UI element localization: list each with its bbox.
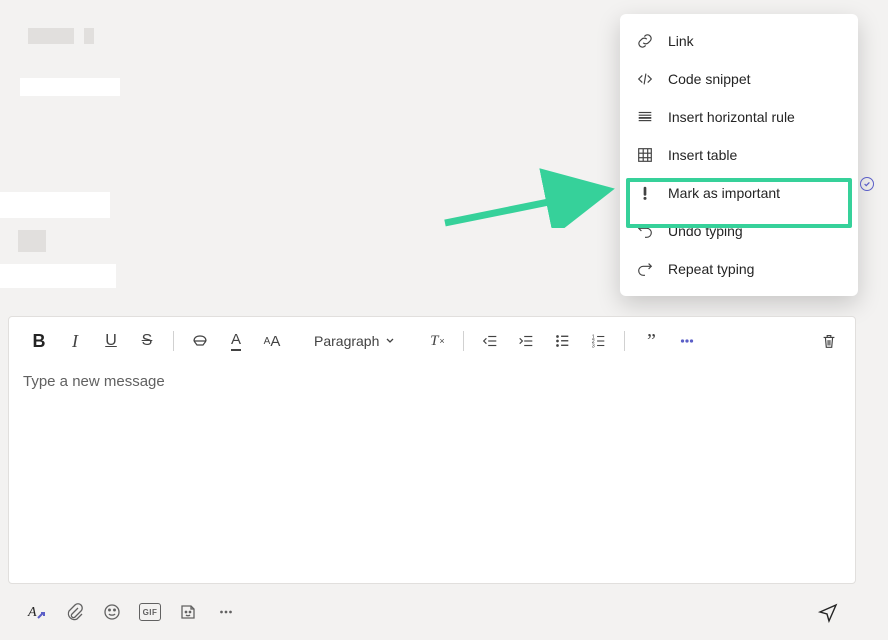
bold-button[interactable]: B <box>23 325 55 357</box>
toolbar-separator <box>463 331 464 351</box>
attach-button[interactable] <box>58 596 90 628</box>
highlight-button[interactable] <box>184 325 216 357</box>
redo-icon <box>636 260 654 278</box>
gif-button[interactable]: GIF <box>134 596 166 628</box>
more-actions-button[interactable] <box>210 596 242 628</box>
menu-link[interactable]: Link <box>620 22 858 60</box>
format-more-menu: Link Code snippet Insert horizontal rule… <box>620 14 858 296</box>
sticker-button[interactable] <box>172 596 204 628</box>
seen-check-icon <box>860 177 874 191</box>
table-icon <box>636 146 654 164</box>
emoji-button[interactable] <box>96 596 128 628</box>
toolbar-separator <box>173 331 174 351</box>
menu-item-label: Code snippet <box>668 71 751 87</box>
menu-item-label: Repeat typing <box>668 261 754 277</box>
strikethrough-button[interactable]: S <box>131 325 163 357</box>
clear-formatting-button[interactable]: T× <box>421 325 453 357</box>
menu-item-label: Mark as important <box>668 185 780 201</box>
message-input[interactable]: Type a new message <box>9 365 855 398</box>
important-icon <box>636 184 654 202</box>
format-toolbar: B I U S A AA Paragraph T× <box>9 317 855 365</box>
menu-repeat-typing[interactable]: Repeat typing <box>620 250 858 288</box>
send-button[interactable] <box>812 596 844 628</box>
format-toggle-button[interactable]: A <box>20 596 52 628</box>
quote-button[interactable]: ” <box>635 325 667 357</box>
menu-item-label: Undo typing <box>668 223 743 239</box>
horizontal-rule-icon <box>636 108 654 126</box>
outdent-button[interactable] <box>474 325 506 357</box>
code-icon <box>636 70 654 88</box>
menu-item-label: Insert horizontal rule <box>668 109 795 125</box>
bullet-list-button[interactable] <box>546 325 578 357</box>
toolbar-separator <box>624 331 625 351</box>
svg-text:A: A <box>27 605 37 620</box>
undo-icon <box>636 222 654 240</box>
composer-actions: A GIF <box>8 592 856 632</box>
font-size-button[interactable]: AA <box>256 325 288 357</box>
menu-code-snippet[interactable]: Code snippet <box>620 60 858 98</box>
menu-horizontal-rule[interactable]: Insert horizontal rule <box>620 98 858 136</box>
placeholder-text: Type a new message <box>23 373 165 390</box>
indent-button[interactable] <box>510 325 542 357</box>
underline-button[interactable]: U <box>95 325 127 357</box>
link-icon <box>636 32 654 50</box>
italic-button[interactable]: I <box>59 325 91 357</box>
paragraph-label: Paragraph <box>314 333 379 349</box>
gif-label: GIF <box>139 603 161 621</box>
svg-text:3: 3 <box>592 343 595 349</box>
font-color-button[interactable]: A <box>220 325 252 357</box>
numbered-list-button[interactable]: 123 <box>582 325 614 357</box>
menu-mark-important[interactable]: Mark as important <box>620 174 858 212</box>
message-composer: B I U S A AA Paragraph T× <box>8 316 856 584</box>
menu-undo-typing[interactable]: Undo typing <box>620 212 858 250</box>
chevron-down-icon <box>385 336 395 346</box>
menu-insert-table[interactable]: Insert table <box>620 136 858 174</box>
menu-item-label: Insert table <box>668 147 737 163</box>
delete-button[interactable] <box>813 325 845 357</box>
paragraph-style-dropdown[interactable]: Paragraph <box>306 325 403 357</box>
more-options-button[interactable] <box>671 325 703 357</box>
menu-item-label: Link <box>668 33 694 49</box>
